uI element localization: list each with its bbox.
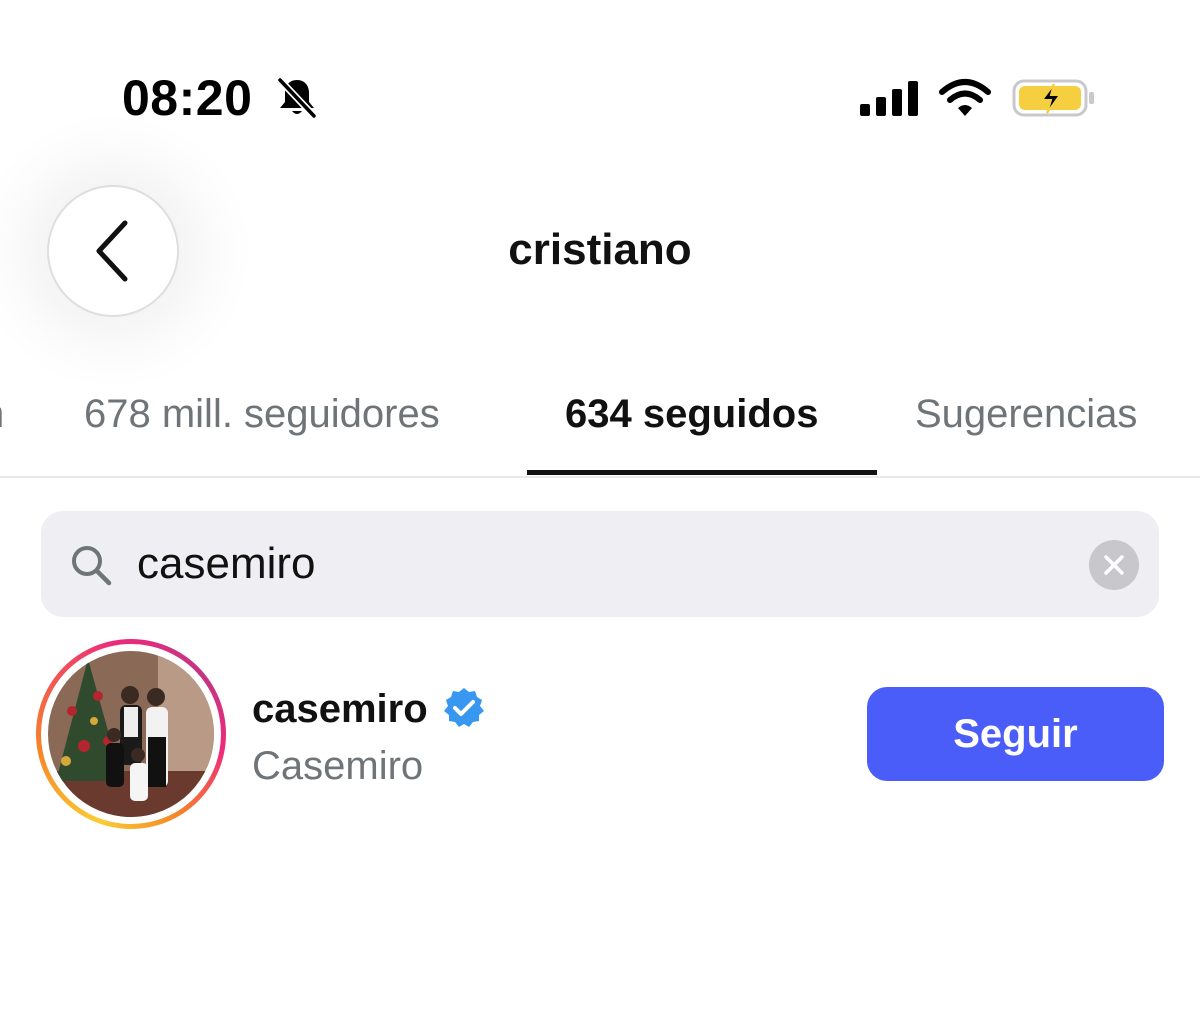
list-item[interactable]: casemiro Casemiro Seguir: [0, 636, 1200, 832]
page-title: cristiano: [508, 225, 692, 274]
avatar-photo: [48, 651, 214, 817]
tab-suggestions[interactable]: Sugerencias: [915, 390, 1137, 438]
battery-charging-icon: [1012, 79, 1094, 117]
search-icon: [72, 546, 112, 586]
story-ring[interactable]: [36, 639, 226, 829]
avatar: [48, 651, 214, 817]
tab-followers[interactable]: 678 mill. seguidores: [84, 390, 440, 438]
result-username[interactable]: casemiro: [252, 686, 428, 732]
search-input[interactable]: [137, 533, 1057, 595]
tab-partial-offscreen[interactable]: n: [0, 390, 8, 438]
screen: 08:20 cristiano 678 mill. seguidores 634…: [0, 0, 1200, 1018]
verified-badge-icon: [444, 688, 484, 727]
wifi-icon: [939, 79, 991, 116]
active-tab-indicator: [527, 470, 877, 475]
status-bar: 08:20: [0, 0, 1200, 160]
avatar-ring-gap: [41, 644, 221, 824]
search-bar: [41, 511, 1159, 617]
tab-following[interactable]: 634 seguidos: [565, 390, 818, 438]
cellular-signal-icon: [860, 81, 918, 116]
clear-search-button[interactable]: [1089, 540, 1139, 590]
clear-x-icon: [1104, 555, 1124, 575]
bell-slash-icon: [276, 76, 318, 120]
follow-button[interactable]: Seguir: [867, 687, 1164, 781]
tab-bar: n 678 mill. seguidores 634 seguidos Suge…: [0, 370, 1200, 478]
result-full-name: Casemiro: [252, 744, 424, 788]
status-time: 08:20: [122, 70, 253, 126]
